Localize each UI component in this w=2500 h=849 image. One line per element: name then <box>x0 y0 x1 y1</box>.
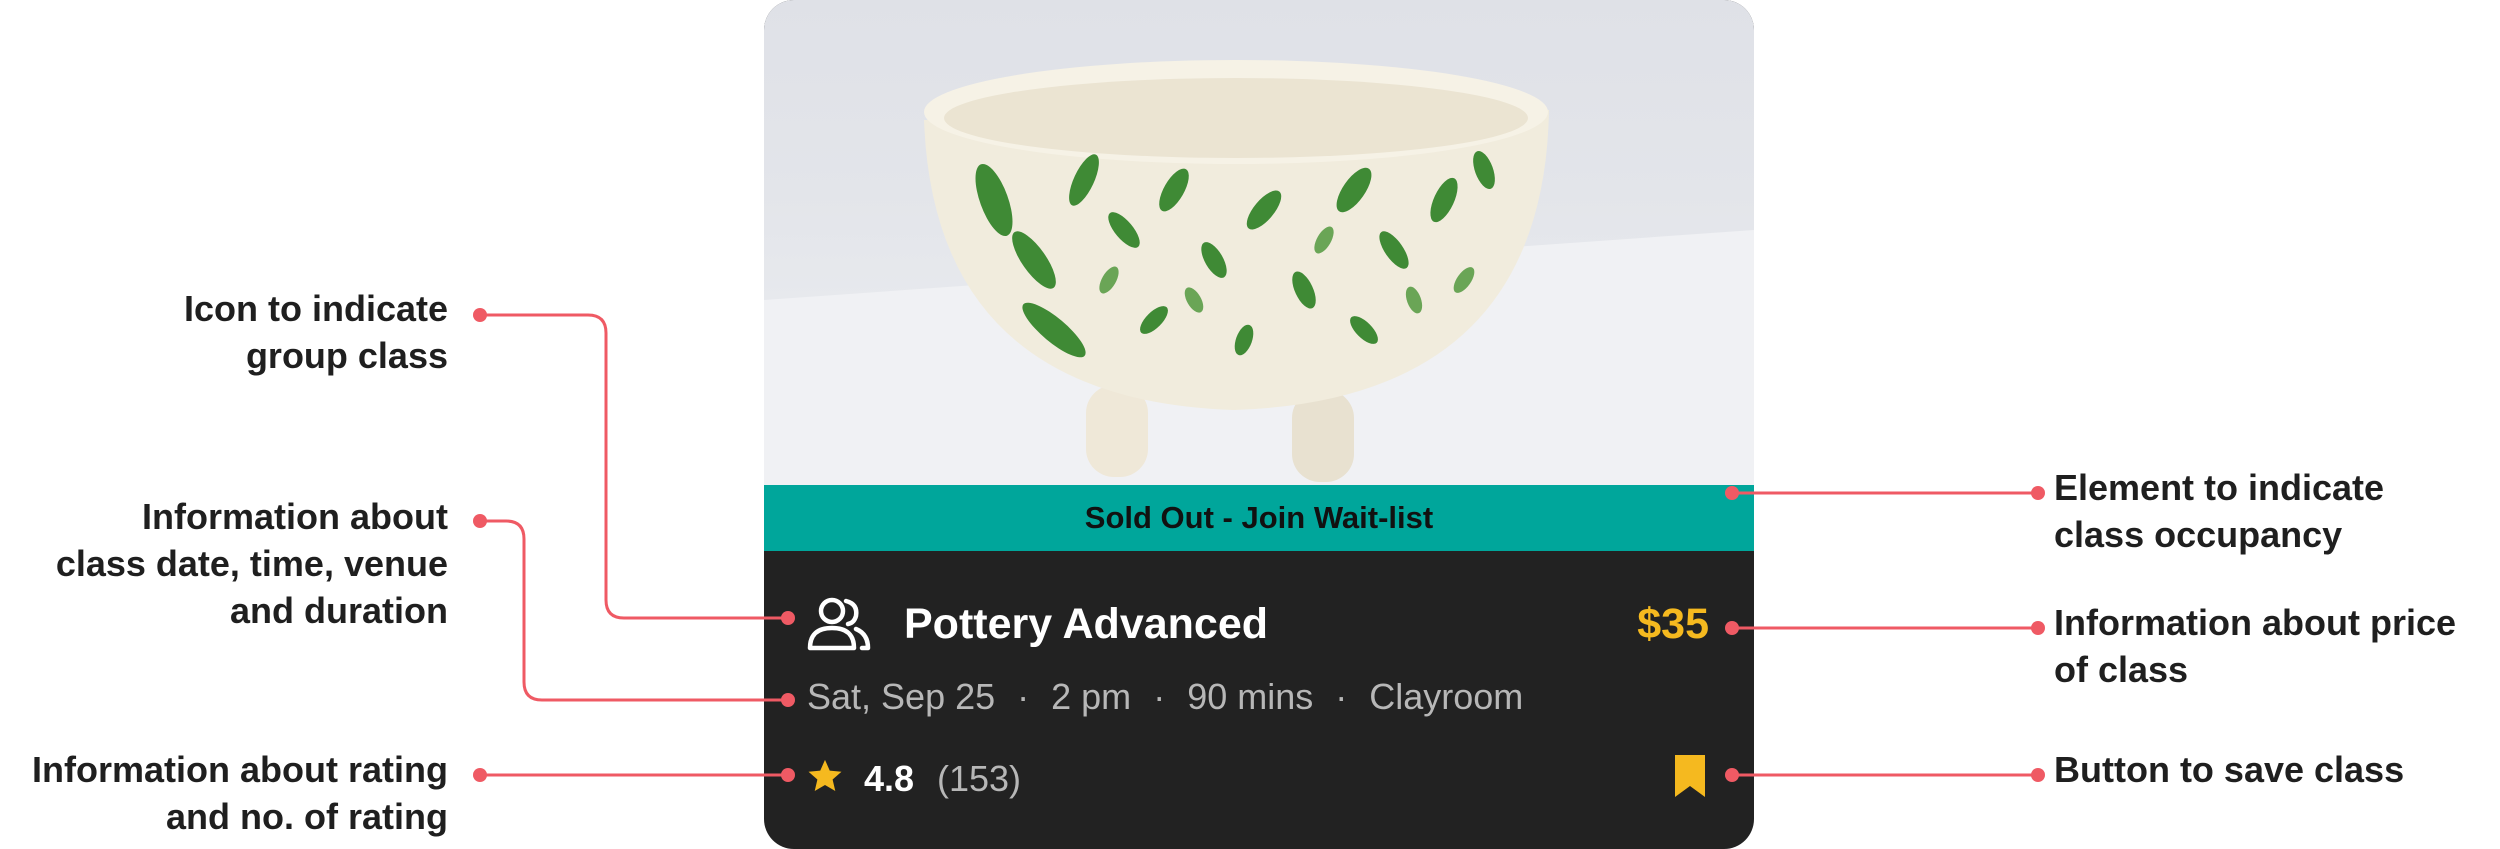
annotation-save: Button to save class <box>2054 746 2404 793</box>
annotation-line: class occupancy <box>2054 514 2343 555</box>
annotation-price: Information about price of class <box>2054 599 2456 693</box>
connector-dot <box>781 693 795 707</box>
connector-dot <box>1725 768 1739 782</box>
connector-dot <box>781 768 795 782</box>
connector-dot <box>2031 621 2045 635</box>
annotation-line: and no. of rating <box>166 796 448 837</box>
annotation-line: class date, time, venue <box>55 543 448 584</box>
annotation-line: of class <box>2054 649 2189 690</box>
annotation-line: Button to save class <box>2054 749 2405 790</box>
annotation-rating: Information about rating and no. of rati… <box>32 746 448 840</box>
annotation-date-time: Information about class date, time, venu… <box>56 493 448 634</box>
annotation-connectors <box>473 308 2045 782</box>
annotation-line: group class <box>245 335 448 376</box>
connector-dot <box>473 768 487 782</box>
annotation-line: Information about <box>142 496 448 537</box>
connector-dot <box>473 308 487 322</box>
annotation-line: Element to indicate <box>2054 467 2385 508</box>
connector-dot <box>781 611 795 625</box>
annotation-line: and duration <box>230 590 448 631</box>
connector-dot <box>1725 486 1739 500</box>
annotation-line: Information about rating <box>32 749 448 790</box>
annotation-group-icon: Icon to indicate group class <box>184 285 448 379</box>
annotation-occupancy: Element to indicate class occupancy <box>2054 464 2384 558</box>
connector-dot <box>2031 486 2045 500</box>
connector-dot <box>1725 621 1739 635</box>
annotation-line: Information about price <box>2054 602 2457 643</box>
annotation-line: Icon to indicate <box>183 288 448 329</box>
connector-dot <box>2031 768 2045 782</box>
connector-dot <box>473 514 487 528</box>
